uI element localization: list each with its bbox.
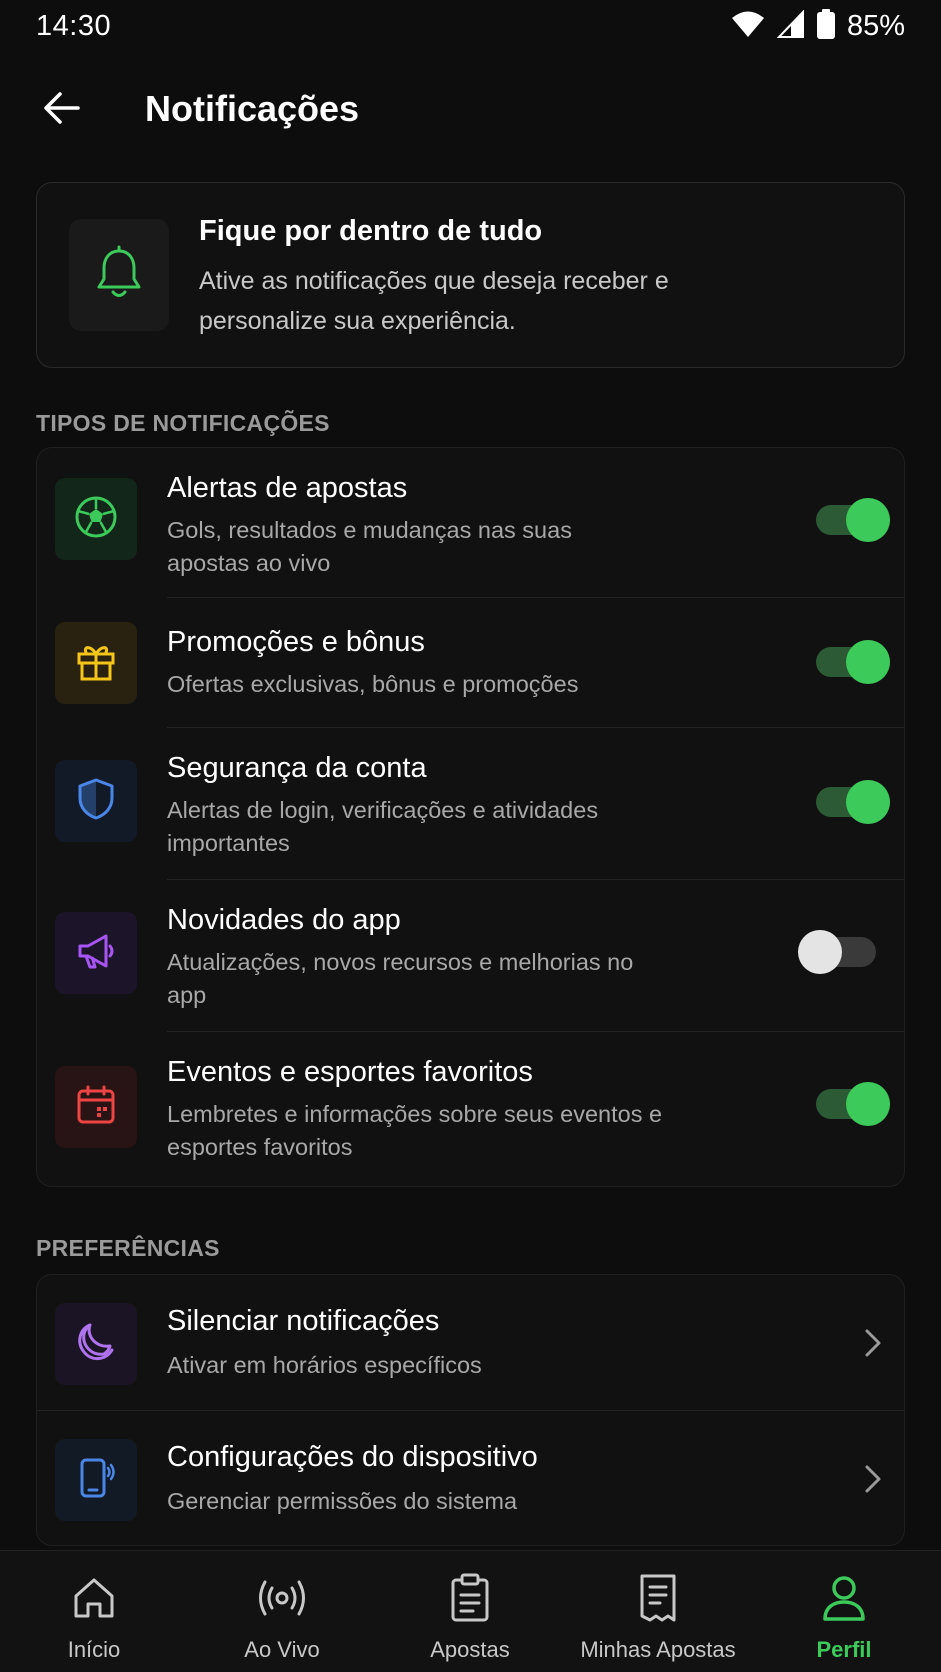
battery-percentage: 85% <box>846 9 905 42</box>
nav-label: Apostas <box>430 1637 510 1662</box>
row-icon-box <box>55 1303 137 1385</box>
notification-row-app-news[interactable]: Novidades do app Atualizações, novos rec… <box>37 880 904 1032</box>
notification-row-bet-alerts[interactable]: Alertas de apostas Gols, resultados e mu… <box>37 448 904 598</box>
row-description: Alertas de login, verificações e ativida… <box>167 797 599 856</box>
info-icon-box <box>69 219 169 331</box>
shield-icon <box>76 777 116 826</box>
back-button[interactable] <box>38 88 86 132</box>
row-description: Ativar em horários específicos <box>167 1352 482 1378</box>
toggle-account-security[interactable] <box>814 780 890 824</box>
row-description: Atualizações, novos recursos e melhorias… <box>167 949 634 1008</box>
chevron-right-icon <box>858 1323 888 1363</box>
row-icon-box <box>55 760 137 842</box>
arrow-left-icon <box>42 90 82 131</box>
row-title: Silenciar notificações <box>167 1305 440 1337</box>
toggle-knob <box>798 930 842 974</box>
nav-label: Ao Vivo <box>244 1637 320 1662</box>
nav-item-profile[interactable]: Perfil <box>750 1551 938 1672</box>
nav-item-home[interactable]: Início <box>0 1551 188 1672</box>
row-title: Eventos e esportes favoritos <box>167 1056 533 1088</box>
toggle-knob <box>846 640 890 684</box>
user-icon <box>820 1571 868 1625</box>
page-title: Notificações <box>145 88 360 129</box>
info-title: Fique por dentro de tudo <box>199 215 543 247</box>
preference-row-mute[interactable]: Silenciar notificações Ativar em horário… <box>37 1275 904 1411</box>
nav-item-my-bets[interactable]: Minhas Apostas <box>564 1551 752 1672</box>
toggle-knob <box>846 1082 890 1126</box>
row-icon-box <box>55 1066 137 1148</box>
gift-icon <box>74 639 118 688</box>
wifi-icon <box>731 10 765 43</box>
toggle-knob <box>846 498 890 542</box>
row-title: Alertas de apostas <box>167 472 408 504</box>
notification-types-card: Alertas de apostas Gols, resultados e mu… <box>36 447 905 1187</box>
battery-icon <box>816 8 835 44</box>
signal-icon <box>776 9 805 43</box>
notification-row-favorite-events[interactable]: Eventos e esportes favoritos Lembretes e… <box>37 1032 904 1186</box>
row-description: Gerenciar permissões do sistema <box>167 1488 518 1514</box>
row-description: Gols, resultados e mudanças nas suas apo… <box>167 517 572 576</box>
megaphone-icon <box>74 929 118 978</box>
calendar-icon <box>75 1084 117 1131</box>
row-icon-box <box>55 478 137 560</box>
row-description: Ofertas exclusivas, bônus e promoções <box>167 671 579 697</box>
info-description: Ative as notificações que deseja receber… <box>199 267 669 335</box>
chevron-right-icon <box>858 1459 888 1499</box>
moon-icon <box>74 1320 118 1369</box>
row-icon-box <box>55 912 137 994</box>
row-icon-box <box>55 1439 137 1521</box>
nav-item-live[interactable]: Ao Vivo <box>188 1551 376 1672</box>
row-description: Lembretes e informações sobre seus event… <box>167 1101 663 1160</box>
status-icons: 85% <box>731 8 905 44</box>
preferences-card: Silenciar notificações Ativar em horário… <box>36 1274 905 1546</box>
info-card: Fique por dentro de tudo Ative as notifi… <box>36 182 905 368</box>
home-icon <box>70 1571 118 1625</box>
section-label-preferences: PREFERÊNCIAS <box>36 1235 220 1261</box>
header: Notificações <box>0 70 941 150</box>
toggle-promotions[interactable] <box>814 640 890 684</box>
receipt-icon <box>636 1571 680 1625</box>
toggle-knob <box>846 780 890 824</box>
nav-label: Perfil <box>816 1637 872 1662</box>
toggle-favorite-events[interactable] <box>814 1082 890 1126</box>
notification-row-promotions[interactable]: Promoções e bônus Ofertas exclusivas, bô… <box>37 598 904 728</box>
section-label-types: TIPOS DE NOTIFICAÇÕES <box>36 410 330 436</box>
notifications-screen: 14:30 85% Notificações Fique por dentro … <box>0 0 941 1672</box>
row-title: Segurança da conta <box>167 752 427 784</box>
nav-item-bets[interactable]: Apostas <box>376 1551 564 1672</box>
status-bar: 14:30 85% <box>0 0 941 52</box>
row-title: Configurações do dispositivo <box>167 1441 538 1473</box>
phone-vibrate-icon <box>74 1456 118 1505</box>
row-title: Novidades do app <box>167 904 401 936</box>
nav-label: Minhas Apostas <box>580 1637 736 1662</box>
bottom-navigation: Início Ao Vivo Apostas Minhas Apostas Pe… <box>0 1550 941 1672</box>
bell-icon <box>94 245 144 306</box>
row-title: Promoções e bônus <box>167 626 425 658</box>
notification-row-account-security[interactable]: Segurança da conta Alertas de login, ver… <box>37 728 904 880</box>
toggle-bet-alerts[interactable] <box>814 498 890 542</box>
row-icon-box <box>55 622 137 704</box>
soccer-ball-icon <box>74 495 118 544</box>
broadcast-icon <box>256 1571 308 1625</box>
toggle-app-news[interactable] <box>798 930 880 974</box>
clipboard-icon <box>448 1571 492 1625</box>
nav-label: Início <box>67 1637 121 1662</box>
status-time: 14:30 <box>36 9 112 42</box>
preference-row-device-settings[interactable]: Configurações do dispositivo Gerenciar p… <box>37 1411 904 1545</box>
